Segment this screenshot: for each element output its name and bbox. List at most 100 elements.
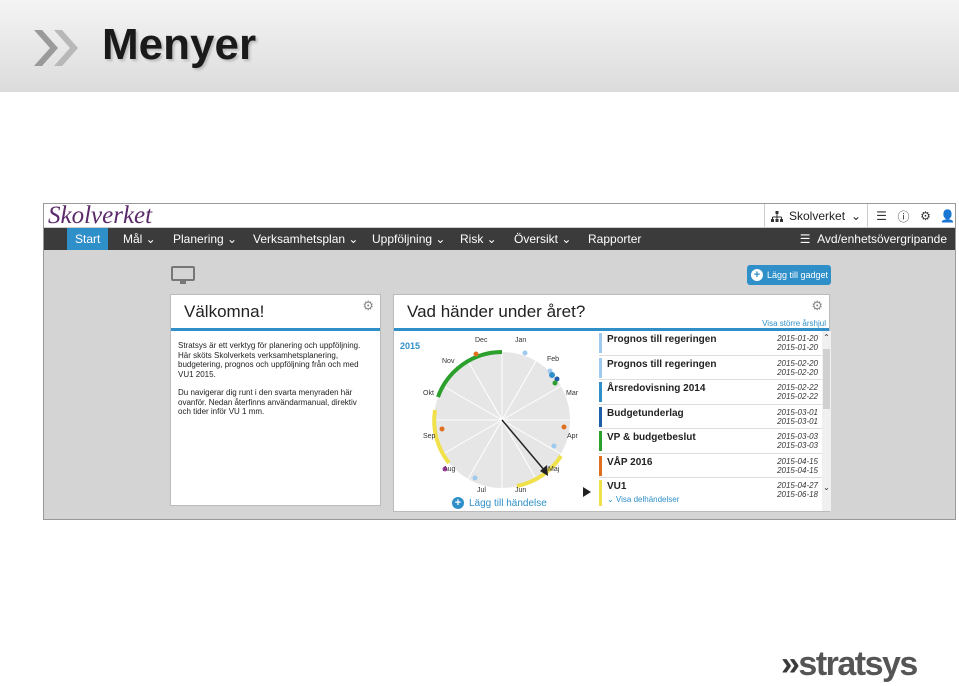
user-icon[interactable]: 👤: [940, 209, 955, 224]
brand-name: stratsys: [798, 645, 918, 683]
app-screenshot: Skolverket Skolverket ⌄ ☰ ⓘ ⚙ 👤 Start Må…: [43, 203, 956, 520]
unit-label: Avd/enhetsövergripande: [817, 232, 947, 246]
event-date-end: 2015-02-20: [777, 367, 818, 377]
chevron-down-icon[interactable]: ⌄: [822, 483, 831, 492]
event-color-bar: [599, 431, 602, 451]
cogs-icon[interactable]: ⚙: [918, 209, 933, 224]
gear-icon[interactable]: ⚙: [362, 298, 374, 314]
info-icon[interactable]: ⓘ: [896, 209, 911, 224]
month-label: Maj: [548, 466, 560, 473]
hierarchy-icon: [771, 210, 783, 222]
event-date-start: 2015-04-27: [777, 481, 818, 490]
main-navbar: Start Mål ⌄ Planering ⌄ Verksamhetsplan …: [44, 228, 955, 250]
event-date-end: 2015-06-18: [777, 490, 818, 499]
month-label: Jul: [477, 487, 486, 494]
event-title: Prognos till regeringen: [607, 358, 717, 370]
event-row[interactable]: Prognos till regeringen 2015-01-20 2015-…: [599, 331, 831, 356]
show-sub-events-link[interactable]: ⌄ Visa delhändelser: [607, 495, 679, 504]
event-row[interactable]: VU1 2015-04-27 2015-06-18 ⌄ Visa delhänd…: [599, 478, 831, 508]
scroll-thumb[interactable]: [823, 349, 830, 409]
welcome-paragraph: Du navigerar dig runt i den svarta menyr…: [178, 388, 357, 416]
nav-mal[interactable]: Mål ⌄: [115, 228, 164, 250]
event-row[interactable]: Årsredovisning 2014 2015-02-22 2015-02-2…: [599, 380, 831, 405]
event-scrollbar[interactable]: ⌃ ⌄: [822, 331, 831, 511]
nav-start[interactable]: Start: [67, 228, 109, 250]
add-gadget-button[interactable]: + Lägg till gadget: [747, 265, 831, 285]
month-label: Feb: [547, 356, 559, 363]
event-title: VÅP 2016: [607, 456, 653, 468]
chevron-up-icon[interactable]: ⌃: [822, 333, 831, 342]
org-switch-label: Skolverket: [789, 209, 846, 223]
event-date-end: 2015-04-15: [777, 465, 818, 475]
event-title: VU1: [607, 481, 627, 492]
month-label: Jan: [515, 337, 526, 344]
plus-icon: +: [452, 497, 464, 509]
event-color-bar: [599, 480, 602, 506]
org-switcher[interactable]: Skolverket ⌄: [764, 204, 868, 228]
event-row[interactable]: VP & budgetbeslut 2015-03-03 2015-03-03: [599, 429, 831, 454]
event-row[interactable]: Budgetunderlag 2015-03-01 2015-03-01: [599, 405, 831, 429]
year-panel-title: Vad händer under året?: [407, 302, 586, 321]
event-date-end: 2015-02-22: [777, 392, 818, 401]
slide-header: Menyer: [0, 0, 959, 92]
event-row[interactable]: VÅP 2016 2015-04-15 2015-04-15: [599, 454, 831, 478]
month-label: Apr: [567, 433, 579, 440]
event-date-start: 2015-03-01: [777, 407, 818, 417]
skolverket-logo: Skolverket: [48, 203, 153, 229]
monitor-icon[interactable]: [171, 266, 195, 286]
top-icons: ☰ ⓘ ⚙ 👤: [868, 204, 955, 228]
year-panel: Vad händer under året? ⚙ Visa större års…: [393, 294, 831, 512]
welcome-title: Välkomna!: [184, 302, 265, 321]
month-label: Nov: [442, 358, 455, 365]
event-list: Prognos till regeringen 2015-01-20 2015-…: [599, 331, 831, 511]
event-color-bar: [599, 406, 602, 427]
event-date-start: 2015-02-20: [777, 358, 818, 368]
event-date-end: 2015-01-20: [777, 343, 818, 352]
welcome-text: Stratsys är ett verktyg för planering oc…: [178, 341, 368, 426]
event-color-bar: [599, 455, 602, 476]
double-chevron-icon: [34, 30, 78, 66]
nav-planering[interactable]: Planering ⌄: [165, 228, 245, 250]
nav-oversikt[interactable]: Översikt ⌄: [506, 228, 579, 250]
event-color-bar: [599, 382, 602, 402]
event-date-end: 2015-03-03: [777, 441, 818, 450]
plus-icon: +: [751, 269, 763, 281]
event-date-end: 2015-03-01: [777, 416, 818, 426]
event-row[interactable]: Prognos till regeringen 2015-02-20 2015-…: [599, 356, 831, 380]
event-date-start: 2015-03-03: [777, 432, 818, 441]
event-color-bar: [599, 357, 602, 378]
chevron-down-icon: ⌄: [851, 209, 862, 223]
gear-icon[interactable]: ⚙: [811, 298, 823, 314]
play-icon[interactable]: [583, 487, 591, 497]
show-larger-wheel-link[interactable]: Visa större årshjul: [762, 319, 826, 328]
slide-title: Menyer: [102, 20, 257, 69]
nav-verksamhetsplan[interactable]: Verksamhetsplan ⌄: [245, 228, 366, 250]
event-date-start: 2015-02-22: [777, 383, 818, 392]
month-label: Aug: [443, 466, 456, 473]
month-label: Sep: [423, 433, 436, 440]
event-title: VP & budgetbeslut: [607, 432, 696, 443]
add-event-button[interactable]: + Lägg till händelse: [452, 497, 547, 509]
month-label: Okt: [423, 390, 434, 397]
nav-risk[interactable]: Risk ⌄: [452, 228, 505, 250]
event-date-start: 2015-01-20: [777, 334, 818, 343]
event-title: Budgetunderlag: [607, 407, 684, 419]
panel-divider: [171, 328, 380, 331]
list-icon[interactable]: ☰: [874, 209, 889, 224]
event-title: Prognos till regeringen: [607, 334, 717, 345]
event-title: Årsredovisning 2014: [607, 383, 706, 394]
nav-unit-selector[interactable]: ☰ Avd/enhetsövergripande: [800, 228, 947, 250]
add-event-label: Lägg till händelse: [469, 497, 547, 509]
month-label: Mar: [566, 390, 579, 397]
welcome-panel: Välkomna! ⚙ Stratsys är ett verktyg för …: [170, 294, 381, 506]
month-label: Jun: [515, 487, 526, 494]
nav-rapporter[interactable]: Rapporter: [580, 228, 649, 250]
month-label: Dec: [475, 337, 488, 344]
event-date-start: 2015-04-15: [777, 456, 818, 466]
event-color-bar: [599, 333, 602, 353]
stratsys-logo: »stratsys: [781, 645, 918, 683]
year-wheel[interactable]: Jan Feb Mar Apr Maj Jun Jul Aug Sep Okt …: [409, 335, 579, 495]
nav-uppfoljning[interactable]: Uppföljning ⌄: [364, 228, 453, 250]
app-topbar: Skolverket Skolverket ⌄ ☰ ⓘ ⚙ 👤: [44, 203, 955, 229]
welcome-paragraph: Stratsys är ett verktyg för planering oc…: [178, 341, 361, 379]
